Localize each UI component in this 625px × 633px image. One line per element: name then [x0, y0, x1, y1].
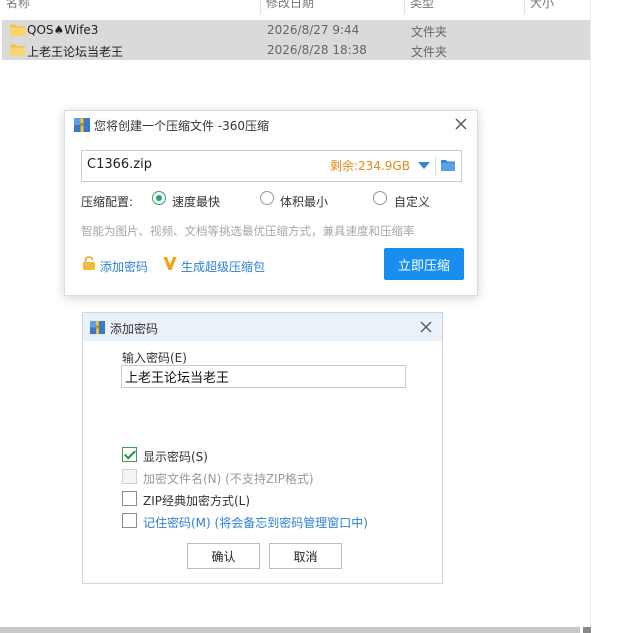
encrypt-filename-label: 加密文件名(N) (不支持ZIP格式)	[143, 472, 314, 486]
browse-folder-icon[interactable]	[440, 157, 456, 173]
lock-icon	[83, 256, 95, 270]
show-password-label[interactable]: 显示密码(S)	[143, 448, 208, 465]
col-divider[interactable]	[404, 0, 405, 14]
file-row[interactable]: 上老王论坛当老王 2026/8/28 18:38 文件夹	[2, 40, 590, 60]
compress-dialog-title: 您将创建一个压缩文件 -360压缩	[94, 119, 270, 133]
archive-filename-field[interactable]: C1366.zip 剩余:234.9GB	[81, 150, 462, 182]
col-date[interactable]: 修改日期	[266, 0, 314, 11]
remember-password-checkbox[interactable]	[122, 513, 137, 528]
360zip-app-icon	[90, 320, 105, 335]
file-type: 文件夹	[411, 25, 448, 39]
scrollbar-thumb[interactable]	[583, 627, 591, 633]
file-date: 2026/8/27 9:44	[267, 23, 360, 37]
close-icon[interactable]	[453, 116, 469, 132]
password-dialog-title: 添加密码	[110, 322, 159, 336]
file-row[interactable]: QOS♠Wife3 2026/8/27 9:44 文件夹	[2, 20, 590, 40]
field-divider	[435, 157, 436, 175]
compress-dialog-titlebar[interactable]: 您将创建一个压缩文件 -360压缩	[65, 111, 477, 139]
add-password-link[interactable]: 添加密码	[100, 258, 148, 275]
file-name: 上老王论坛当老王	[27, 45, 124, 59]
horizontal-scrollbar[interactable]	[0, 627, 580, 633]
column-header: 名称 修改日期 类型 大小	[0, 0, 600, 14]
compress-config-label: 压缩配置:	[81, 195, 134, 209]
folder-icon	[10, 24, 25, 36]
right-panel-edge	[590, 0, 625, 633]
compress-dialog: 您将创建一个压缩文件 -360压缩 C1366.zip 剩余:234.9GB 压…	[64, 110, 478, 296]
password-input[interactable]	[121, 365, 406, 388]
ok-button[interactable]: 确认	[187, 543, 260, 569]
radio-fastest-label[interactable]: 速度最快	[172, 193, 220, 210]
encrypt-filename-checkbox	[122, 469, 137, 484]
password-dialog-titlebar[interactable]: 添加密码	[83, 313, 442, 341]
radio-fastest[interactable]	[152, 191, 166, 205]
col-type[interactable]: 类型	[410, 0, 434, 11]
col-divider[interactable]	[524, 0, 525, 14]
radio-custom-label[interactable]: 自定义	[394, 193, 430, 210]
360zip-app-icon	[74, 118, 90, 132]
vip-v-icon	[163, 257, 177, 270]
super-pack-link[interactable]: 生成超级压缩包	[181, 258, 265, 275]
password-input-label: 输入密码(E)	[122, 351, 187, 365]
chevron-down-icon[interactable]	[418, 162, 430, 169]
compress-now-button[interactable]: 立即压缩	[384, 248, 464, 280]
compress-hint: 智能为图片、视频、文档等挑选最优压缩方式，兼具速度和压缩率	[81, 224, 415, 238]
radio-smallest[interactable]	[260, 191, 274, 205]
cancel-button[interactable]: 取消	[269, 543, 342, 569]
remember-password-label[interactable]: 记住密码(M) (将会备忘到密码管理窗口中)	[143, 514, 368, 531]
file-type: 文件夹	[411, 45, 448, 59]
col-size[interactable]: 大小	[530, 0, 554, 11]
add-password-dialog: 添加密码 输入密码(E) 显示密码(S) 加密文件名(N) (不支持ZIP格式)…	[82, 312, 443, 584]
col-divider[interactable]	[260, 0, 261, 14]
file-date: 2026/8/28 18:38	[267, 43, 367, 57]
zip-classic-encrypt-checkbox[interactable]	[122, 491, 137, 506]
radio-smallest-label[interactable]: 体积最小	[280, 193, 328, 210]
folder-icon	[10, 44, 25, 56]
file-name: QOS♠Wife3	[27, 23, 99, 37]
free-space-label: 剩余:234.9GB	[330, 159, 410, 173]
radio-custom[interactable]	[373, 191, 387, 205]
zip-classic-encrypt-label[interactable]: ZIP经典加密方式(L)	[143, 492, 250, 509]
show-password-checkbox[interactable]	[122, 447, 137, 462]
archive-filename[interactable]: C1366.zip	[87, 157, 152, 172]
close-icon[interactable]	[419, 320, 433, 334]
col-name[interactable]: 名称	[6, 0, 30, 11]
